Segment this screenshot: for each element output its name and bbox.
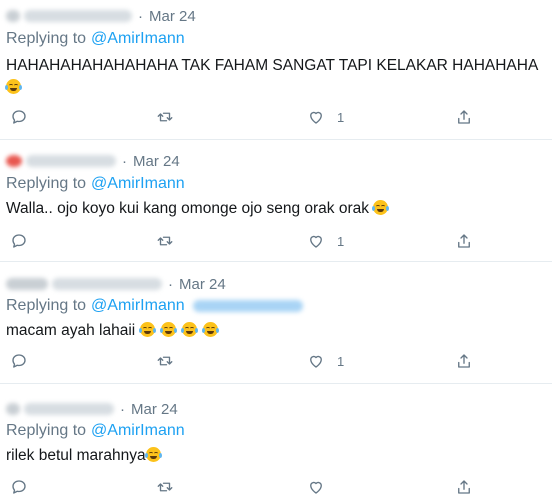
like-icon bbox=[310, 235, 322, 248]
replying-to-line: Replying to @AmirImann bbox=[6, 30, 185, 48]
tweet-text: rilek betul marahnya bbox=[6, 445, 544, 467]
retweet-icon bbox=[157, 236, 173, 246]
tweet-header: · Mar 24 bbox=[6, 273, 226, 295]
tweet-text: macam ayah lahaii bbox=[6, 320, 544, 342]
like-count: 1 bbox=[337, 353, 345, 369]
share-icon bbox=[458, 480, 470, 494]
tweet-header: · Mar 24 bbox=[6, 5, 196, 27]
reply-tweet[interactable]: · Mar 24 Replying to @AmirImann rilek be… bbox=[0, 384, 552, 500]
retweet-icon bbox=[157, 356, 173, 366]
tweet-actions: 1 bbox=[0, 352, 552, 372]
reply-tweet[interactable]: · Mar 24 Replying to @AmirImann Walla.. … bbox=[0, 140, 552, 262]
redacted-username bbox=[24, 403, 114, 415]
reply-thread: · Mar 24 Replying to @AmirImann HAHAHAHA… bbox=[0, 0, 552, 500]
face-with-tears-of-joy-emoji bbox=[5, 79, 22, 94]
share-icon bbox=[458, 354, 470, 368]
retweet-button[interactable] bbox=[156, 478, 174, 496]
reply-icon bbox=[12, 480, 26, 494]
reply-icon bbox=[12, 234, 26, 248]
like-icon bbox=[310, 481, 322, 494]
share-icon bbox=[458, 110, 470, 124]
redacted-username bbox=[52, 278, 162, 290]
replying-to-line: Replying to @AmirImann bbox=[6, 422, 185, 440]
like-count: 1 bbox=[337, 233, 345, 249]
tweet-date[interactable]: Mar 24 bbox=[179, 276, 226, 293]
replying-to-label: Replying to bbox=[6, 30, 87, 47]
tweet-text: Walla.. ojo koyo kui kang omonge ojo sen… bbox=[6, 198, 544, 220]
replying-to-label: Replying to bbox=[6, 175, 87, 192]
reply-handle-link[interactable]: @AmirImann bbox=[91, 175, 185, 193]
replying-to-line: Replying to @AmirImann bbox=[6, 297, 307, 315]
like-icon bbox=[310, 111, 322, 124]
face-with-tears-of-joy-emoji bbox=[181, 322, 199, 337]
tweet-body: Walla.. ojo koyo kui kang omonge ojo sen… bbox=[6, 200, 370, 217]
redacted-username bbox=[24, 10, 132, 22]
reply-icon bbox=[12, 354, 26, 368]
like-button[interactable]: 1 bbox=[307, 232, 344, 250]
retweet-button[interactable] bbox=[156, 232, 174, 250]
tweet-date[interactable]: Mar 24 bbox=[131, 401, 178, 418]
retweet-icon bbox=[157, 482, 173, 492]
tweet-text: HAHAHAHAHAHAHAHA TAK FAHAM SANGAT TAPI K… bbox=[5, 55, 544, 99]
reply-tweet[interactable]: · Mar 24 Replying to @AmirImann HAHAHAHA… bbox=[0, 0, 552, 140]
redacted-display-name bbox=[6, 278, 48, 290]
share-button[interactable] bbox=[455, 352, 473, 370]
reply-button[interactable] bbox=[10, 352, 28, 370]
retweet-icon bbox=[157, 112, 173, 122]
redacted-second-handle[interactable] bbox=[192, 300, 303, 312]
share-button[interactable] bbox=[455, 232, 473, 250]
replying-to-label: Replying to bbox=[6, 297, 87, 314]
like-count: 1 bbox=[337, 109, 345, 125]
tweet-body: HAHAHAHAHAHAHAHA TAK FAHAM SANGAT TAPI K… bbox=[6, 57, 539, 74]
like-button[interactable] bbox=[307, 478, 337, 496]
redacted-avatar bbox=[6, 155, 22, 167]
tweet-actions bbox=[0, 478, 552, 498]
share-icon bbox=[458, 234, 470, 248]
tweet-header: · Mar 24 bbox=[6, 150, 180, 172]
reply-handle-link[interactable]: @AmirImann bbox=[91, 30, 185, 48]
like-icon bbox=[310, 355, 322, 368]
tweet-date[interactable]: Mar 24 bbox=[133, 153, 180, 170]
share-button[interactable] bbox=[455, 108, 473, 126]
replying-to-label: Replying to bbox=[6, 422, 87, 439]
reply-icon bbox=[12, 110, 26, 124]
loudly-crying-face-emoji bbox=[138, 322, 156, 337]
reply-tweet[interactable]: · Mar 24 Replying to @AmirImann macam ay… bbox=[0, 262, 552, 384]
redacted-avatar bbox=[6, 403, 20, 415]
tweet-actions: 1 bbox=[0, 108, 552, 128]
like-button[interactable]: 1 bbox=[307, 352, 344, 370]
face-with-tears-of-joy-emoji bbox=[372, 200, 390, 215]
replying-to-line: Replying to @AmirImann bbox=[6, 175, 185, 193]
like-button[interactable]: 1 bbox=[307, 108, 344, 126]
face-with-tears-of-joy-emoji bbox=[144, 447, 162, 462]
reply-button[interactable] bbox=[10, 478, 28, 496]
reply-handle-link[interactable]: @AmirImann bbox=[91, 422, 185, 440]
reply-handle-link[interactable]: @AmirImann bbox=[91, 297, 185, 315]
reply-button[interactable] bbox=[10, 108, 28, 126]
tweet-body: rilek betul marahnya bbox=[6, 447, 146, 464]
reply-button[interactable] bbox=[10, 232, 28, 250]
retweet-button[interactable] bbox=[156, 352, 174, 370]
tweet-actions: 1 bbox=[0, 232, 552, 252]
redacted-username bbox=[26, 155, 116, 167]
redacted-avatar bbox=[6, 10, 20, 22]
share-button[interactable] bbox=[455, 478, 473, 496]
tweet-date[interactable]: Mar 24 bbox=[149, 8, 196, 25]
face-with-tears-of-joy-emoji bbox=[202, 322, 220, 337]
tweet-header: · Mar 24 bbox=[6, 398, 178, 420]
loudly-crying-face-emoji bbox=[159, 322, 177, 337]
retweet-button[interactable] bbox=[156, 108, 174, 126]
tweet-body: macam ayah lahaii bbox=[6, 322, 136, 339]
